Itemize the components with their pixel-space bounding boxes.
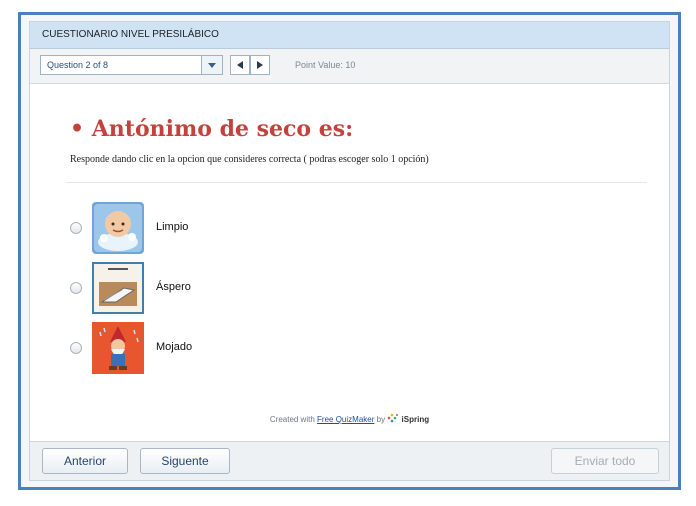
quizmaker-link[interactable]: Free QuizMaker — [317, 415, 374, 424]
question-title: • Antónimo de seco es: — [70, 116, 354, 142]
answer-option-aspero[interactable]: Áspero — [70, 262, 370, 316]
quiz-footer: Anterior Siguente Enviar todo — [30, 441, 669, 480]
arrow-left-icon — [237, 61, 243, 69]
previous-question-button[interactable] — [230, 55, 250, 75]
point-value: Point Value: 10 — [295, 60, 356, 70]
radio-button[interactable] — [70, 342, 82, 354]
quiz-frame: CUESTIONARIO NIVEL PRESILÁBICO Question … — [18, 12, 681, 490]
next-button[interactable]: Siguente — [140, 448, 230, 474]
previous-button[interactable]: Anterior — [42, 448, 128, 474]
question-toolbar: Question 2 of 8 Point Value: 10 — [30, 49, 669, 84]
next-question-button[interactable] — [250, 55, 270, 75]
sandpaper-hand-icon — [92, 262, 144, 314]
answer-option-label: Limpio — [156, 221, 189, 233]
question-selector-value: Question 2 of 8 — [47, 60, 109, 70]
answer-option-limpio[interactable]: Limpio — [70, 202, 370, 256]
submit-all-button[interactable]: Enviar todo — [551, 448, 659, 474]
arrow-right-icon — [257, 61, 263, 69]
answer-option-label: Áspero — [156, 281, 191, 293]
question-content: • Antónimo de seco es: Responde dando cl… — [30, 84, 669, 442]
quizmaker-credit: Created with Free QuizMaker by iSpring — [30, 413, 669, 424]
wet-gnome-icon — [92, 322, 144, 374]
radio-button[interactable] — [70, 222, 82, 234]
answer-option-mojado[interactable]: Mojado — [70, 322, 370, 376]
quiz-title: CUESTIONARIO NIVEL PRESILÁBICO — [42, 29, 219, 40]
credit-prefix: Created with — [269, 415, 315, 424]
divider — [66, 182, 647, 183]
ispring-brand: iSpring — [401, 415, 430, 424]
question-selector[interactable]: Question 2 of 8 — [40, 55, 223, 75]
answer-option-label: Mojado — [156, 341, 193, 353]
child-washing-icon — [92, 202, 144, 254]
quiz-title-bar: CUESTIONARIO NIVEL PRESILÁBICO — [30, 22, 669, 49]
ispring-logo-icon — [387, 413, 401, 424]
question-instructions: Responde dando clic en la opcion que con… — [70, 154, 429, 165]
credit-by: by — [376, 415, 386, 424]
chevron-down-icon[interactable] — [201, 56, 222, 74]
quiz-window: CUESTIONARIO NIVEL PRESILÁBICO Question … — [29, 21, 670, 481]
radio-button[interactable] — [70, 282, 82, 294]
